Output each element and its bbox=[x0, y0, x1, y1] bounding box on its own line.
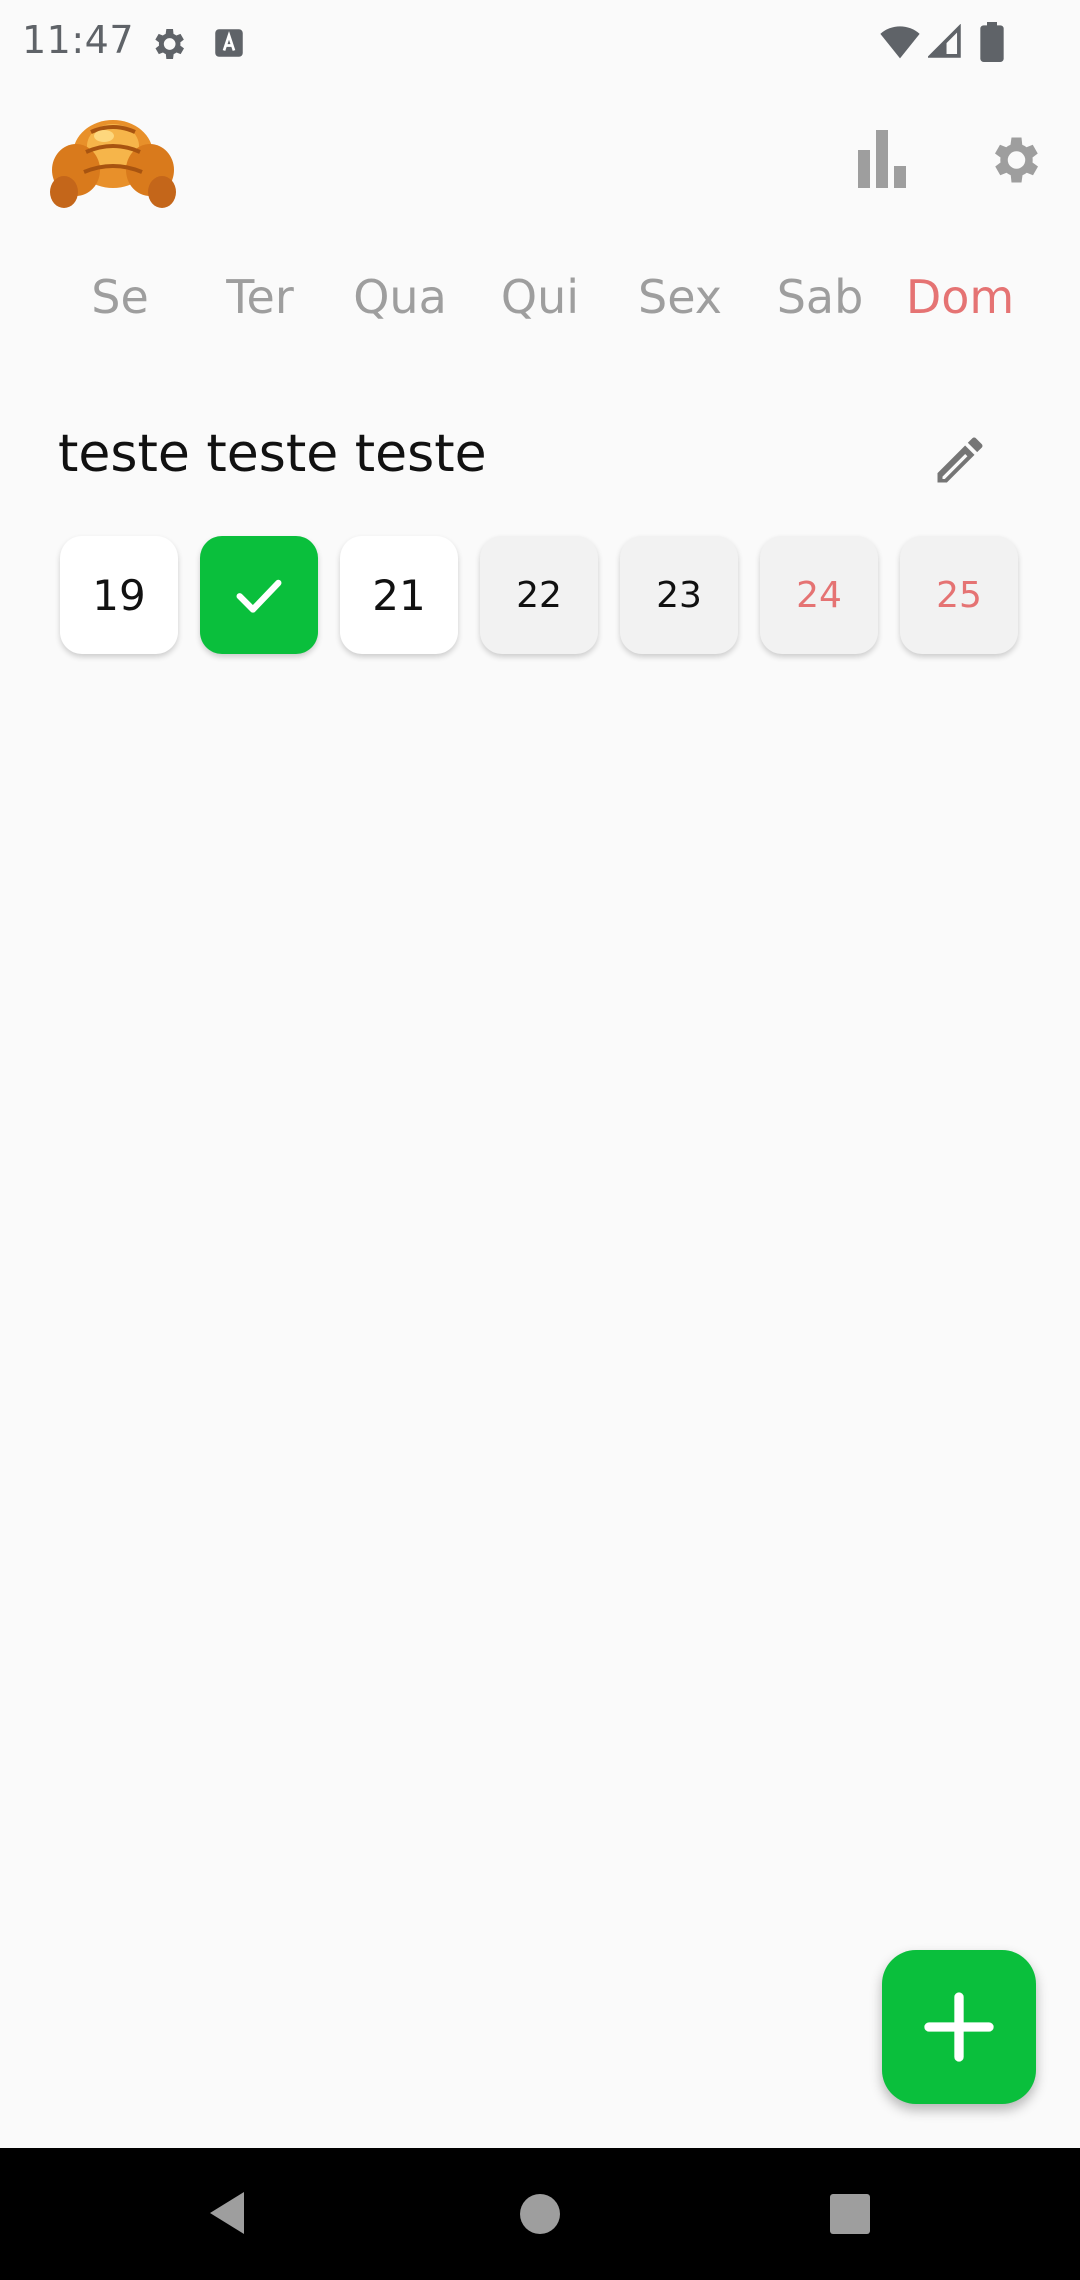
weekday-label-today: Dom bbox=[905, 270, 1015, 324]
status-time: 11:47 bbox=[22, 18, 135, 62]
weekday-header: Se Ter Qua Qui Sex Sab Dom bbox=[50, 270, 1030, 340]
day-cell[interactable]: 21 bbox=[340, 536, 458, 654]
weekday-label: Se bbox=[91, 270, 149, 324]
weekday-label: Sab bbox=[776, 270, 864, 324]
stats-icon[interactable] bbox=[856, 130, 908, 190]
system-nav-bar bbox=[0, 2148, 1080, 2280]
day-cell[interactable]: 22 bbox=[480, 536, 598, 654]
edit-icon[interactable] bbox=[930, 430, 990, 490]
day-cell[interactable]: 23 bbox=[620, 536, 738, 654]
status-bar: 11:47 bbox=[0, 0, 1080, 86]
habit-day-row: 19 21 22 23 24 25 bbox=[60, 536, 1020, 656]
croissant-logo bbox=[50, 120, 176, 208]
weekday-label: Ter bbox=[226, 270, 294, 324]
battery-icon bbox=[980, 22, 1004, 62]
day-cell[interactable]: 25 bbox=[900, 536, 1018, 654]
signal-icon bbox=[928, 24, 961, 58]
screen: 11:47 Se Ter Qua Qui Sex Sab Dom teste t… bbox=[0, 0, 1080, 2280]
weekday-label: Qua bbox=[353, 270, 447, 324]
settings-status-icon bbox=[155, 29, 184, 59]
home-icon[interactable] bbox=[518, 2192, 562, 2236]
day-cell[interactable]: 24 bbox=[760, 536, 878, 654]
weekday-label: Qui bbox=[500, 270, 580, 324]
keyboard-a-icon bbox=[215, 29, 243, 57]
habit-title: teste teste teste bbox=[58, 424, 487, 484]
settings-icon[interactable] bbox=[984, 130, 1044, 190]
check-icon bbox=[236, 579, 282, 613]
plus-icon bbox=[924, 1992, 994, 2062]
back-icon[interactable] bbox=[204, 2188, 250, 2238]
day-cell-done[interactable] bbox=[200, 536, 318, 654]
day-cell[interactable]: 19 bbox=[60, 536, 178, 654]
weekday-label: Sex bbox=[638, 270, 722, 324]
recent-apps-icon[interactable] bbox=[828, 2192, 872, 2236]
wifi-icon bbox=[880, 26, 920, 59]
add-habit-button[interactable] bbox=[882, 1950, 1036, 2104]
